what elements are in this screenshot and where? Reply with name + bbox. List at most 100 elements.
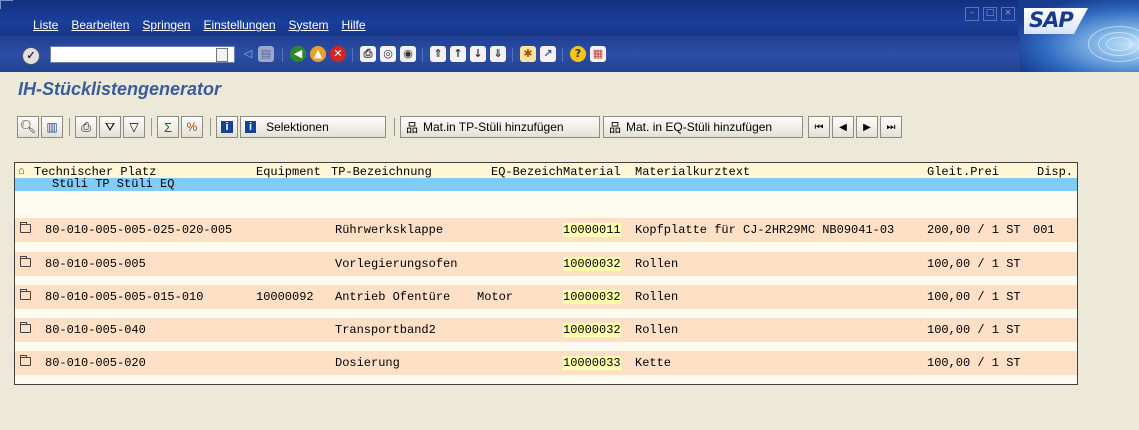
cell-tp-bezeichnung[interactable]: Rührwerksklappe <box>335 223 443 237</box>
cell-material[interactable]: 10000033 <box>563 356 621 370</box>
cell-tp-bezeichnung[interactable]: Dosierung <box>335 356 400 370</box>
table-row[interactable]: 80-010-005-020 Dosierung 10000033 Kette 100,… <box>15 351 1077 375</box>
cell-materialkurztext[interactable]: Kette <box>635 356 671 370</box>
filter-icon: ▽ <box>129 120 139 134</box>
cell-tp[interactable]: 80-010-005-020 <box>45 356 146 370</box>
cell-tp[interactable]: 80-010-005-005-025-020-005 <box>45 223 232 237</box>
filter-button[interactable]: ▽ <box>123 116 145 138</box>
menu-liste[interactable]: Liste <box>33 18 58 32</box>
cell-disposition[interactable]: 001 <box>1033 223 1055 237</box>
layout-button[interactable]: ▥ <box>41 116 63 138</box>
menu-springen[interactable]: Springen <box>142 18 190 32</box>
menu-einstellungen[interactable]: Einstellungen <box>203 18 275 32</box>
cell-tp[interactable]: 80-010-005-005-015-010 <box>45 290 203 304</box>
folder-icon[interactable] <box>20 222 31 233</box>
next-page-icon[interactable]: ↓ <box>470 46 486 62</box>
maximize-icon[interactable]: □ <box>983 7 997 21</box>
header-equipment[interactable]: Equipment <box>256 165 321 179</box>
find-icon[interactable]: ◎ <box>380 46 396 62</box>
folder-icon[interactable] <box>20 355 31 366</box>
cancel-icon[interactable]: ✕ <box>330 46 346 62</box>
menu-hilfe[interactable]: Hilfe <box>342 18 366 32</box>
command-history-icon[interactable] <box>216 48 228 62</box>
add-material-tp-label: Mat.in TP-Stüli hinzufügen <box>423 120 564 134</box>
help-icon[interactable]: ? <box>570 46 586 62</box>
cell-eq-bezeichnung[interactable]: Motor <box>477 290 513 304</box>
table-row[interactable]: 80-010-005-040 Transportband2 10000032 Roll… <box>15 318 1077 342</box>
table-row[interactable]: 80-010-005-005-015-010 10000092 Antrieb Of… <box>15 285 1077 309</box>
folder-icon[interactable] <box>20 289 31 300</box>
info-button[interactable]: i <box>216 116 238 138</box>
cell-gleitpreis[interactable]: 100,00 / 1 ST <box>927 257 1021 271</box>
cell-material[interactable]: 10000032 <box>563 290 621 304</box>
subtotal-button[interactable]: % <box>181 116 203 138</box>
back-icon[interactable]: ◀ <box>290 46 306 62</box>
table-row[interactable]: 80-010-005-005-025-020-005 Rührwerksklapp… <box>15 218 1077 242</box>
add-material-tp-button[interactable]: 品 Mat.in TP-Stüli hinzufügen <box>400 116 600 138</box>
command-field[interactable] <box>50 46 235 63</box>
last-button[interactable]: ⏭ <box>880 116 902 138</box>
cell-gleitpreis[interactable]: 100,00 / 1 ST <box>927 290 1021 304</box>
folder-icon[interactable] <box>20 256 31 267</box>
find-next-icon[interactable]: ◉ <box>400 46 416 62</box>
folder-icon[interactable] <box>20 322 31 333</box>
cell-material[interactable]: 10000032 <box>563 323 621 337</box>
header-gleitpreis[interactable]: Gleit.Prei <box>927 165 999 179</box>
first-page-icon[interactable]: ⇑ <box>430 46 446 62</box>
cell-tp[interactable]: 80-010-005-005 <box>45 257 146 271</box>
cell-gleitpreis[interactable]: 100,00 / 1 ST <box>927 356 1021 370</box>
list-header: ⌂ Technischer Platz Equipment TP-Bezeich… <box>15 163 1077 191</box>
cell-materialkurztext[interactable]: Rollen <box>635 323 678 337</box>
previous-button[interactable]: ◀ <box>832 116 854 138</box>
columns-icon: ▥ <box>46 120 58 134</box>
table-row[interactable]: 80-010-005-005 Vorlegierungsofen 10000032 R… <box>15 252 1077 276</box>
window-corner <box>0 0 13 9</box>
cell-material[interactable]: 10000011 <box>563 223 621 237</box>
minimize-icon[interactable]: – <box>965 7 979 21</box>
cell-gleitpreis[interactable]: 100,00 / 1 ST <box>927 323 1021 337</box>
sum-button[interactable]: Σ <box>157 116 179 138</box>
print-icon[interactable]: ⎙ <box>360 46 376 62</box>
new-session-icon[interactable]: ✱ <box>520 46 536 62</box>
cell-equipment[interactable]: 10000092 <box>256 290 314 304</box>
cell-material[interactable]: 10000032 <box>563 257 621 271</box>
cell-materialkurztext[interactable]: Kopfplatte für CJ-2HR29MC NB09041-03 <box>635 223 894 237</box>
menu-system[interactable]: System <box>289 18 329 32</box>
next-button[interactable]: ▶ <box>856 116 878 138</box>
menu-list: Liste Bearbeiten Springen Einstellungen … <box>33 18 366 32</box>
filter-set-button[interactable]: ⛛ <box>99 116 121 138</box>
cell-tp-bezeichnung[interactable]: Transportband2 <box>335 323 436 337</box>
add-material-eq-button[interactable]: 品 Mat. in EQ-Stüli hinzufügen <box>603 116 803 138</box>
shortcut-icon[interactable]: ↗ <box>540 46 556 62</box>
bom-list: ⌂ Technischer Platz Equipment TP-Bezeich… <box>14 162 1078 385</box>
collapse-icon[interactable]: ◁ <box>240 46 256 62</box>
layout-menu-icon[interactable]: ▦ <box>590 46 606 62</box>
standard-toolbar: ✓ ◁ ▤ ◀ ▲ ✕ ⎙ ◎ ◉ ⇑ ↑ ↓ ⇓ ✱ ↗ ? ▦ <box>0 36 1020 72</box>
cell-tp[interactable]: 80-010-005-040 <box>45 323 146 337</box>
header-disposition[interactable]: Disp. <box>1037 165 1073 179</box>
last-page-icon[interactable]: ⇓ <box>490 46 506 62</box>
previous-icon: ◀ <box>839 121 847 133</box>
save-icon[interactable]: ▤ <box>258 46 274 62</box>
selektionen-button[interactable]: i Selektionen <box>240 116 386 138</box>
details-button[interactable]: 🔍︎ <box>17 116 39 138</box>
menu-bearbeiten[interactable]: Bearbeiten <box>71 18 129 32</box>
cell-gleitpreis[interactable]: 200,00 / 1 ST <box>927 223 1021 237</box>
print-button[interactable]: ⎙ <box>75 116 97 138</box>
header-material[interactable]: Material <box>563 165 621 179</box>
selection-info-icon: i <box>245 121 257 133</box>
cell-materialkurztext[interactable]: Rollen <box>635 290 678 304</box>
header-materialkurztext[interactable]: Materialkurztext <box>635 165 750 179</box>
header-eq-bezeichnung[interactable]: EQ-Bezeich <box>491 165 563 179</box>
cell-tp-bezeichnung[interactable]: Vorlegierungsofen <box>335 257 457 271</box>
exit-icon[interactable]: ▲ <box>310 46 326 62</box>
expand-all-icon[interactable]: ⌂ <box>18 165 25 177</box>
first-button[interactable]: ⏮ <box>808 116 830 138</box>
filter-set-icon: ⛛ <box>104 119 116 134</box>
header-tp-bezeichnung[interactable]: TP-Bezeichnung <box>331 165 432 179</box>
cell-materialkurztext[interactable]: Rollen <box>635 257 678 271</box>
previous-page-icon[interactable]: ↑ <box>450 46 466 62</box>
enter-icon[interactable]: ✓ <box>22 47 40 65</box>
close-icon[interactable]: × <box>1001 7 1015 21</box>
cell-tp-bezeichnung[interactable]: Antrieb Ofentüre <box>335 290 450 304</box>
